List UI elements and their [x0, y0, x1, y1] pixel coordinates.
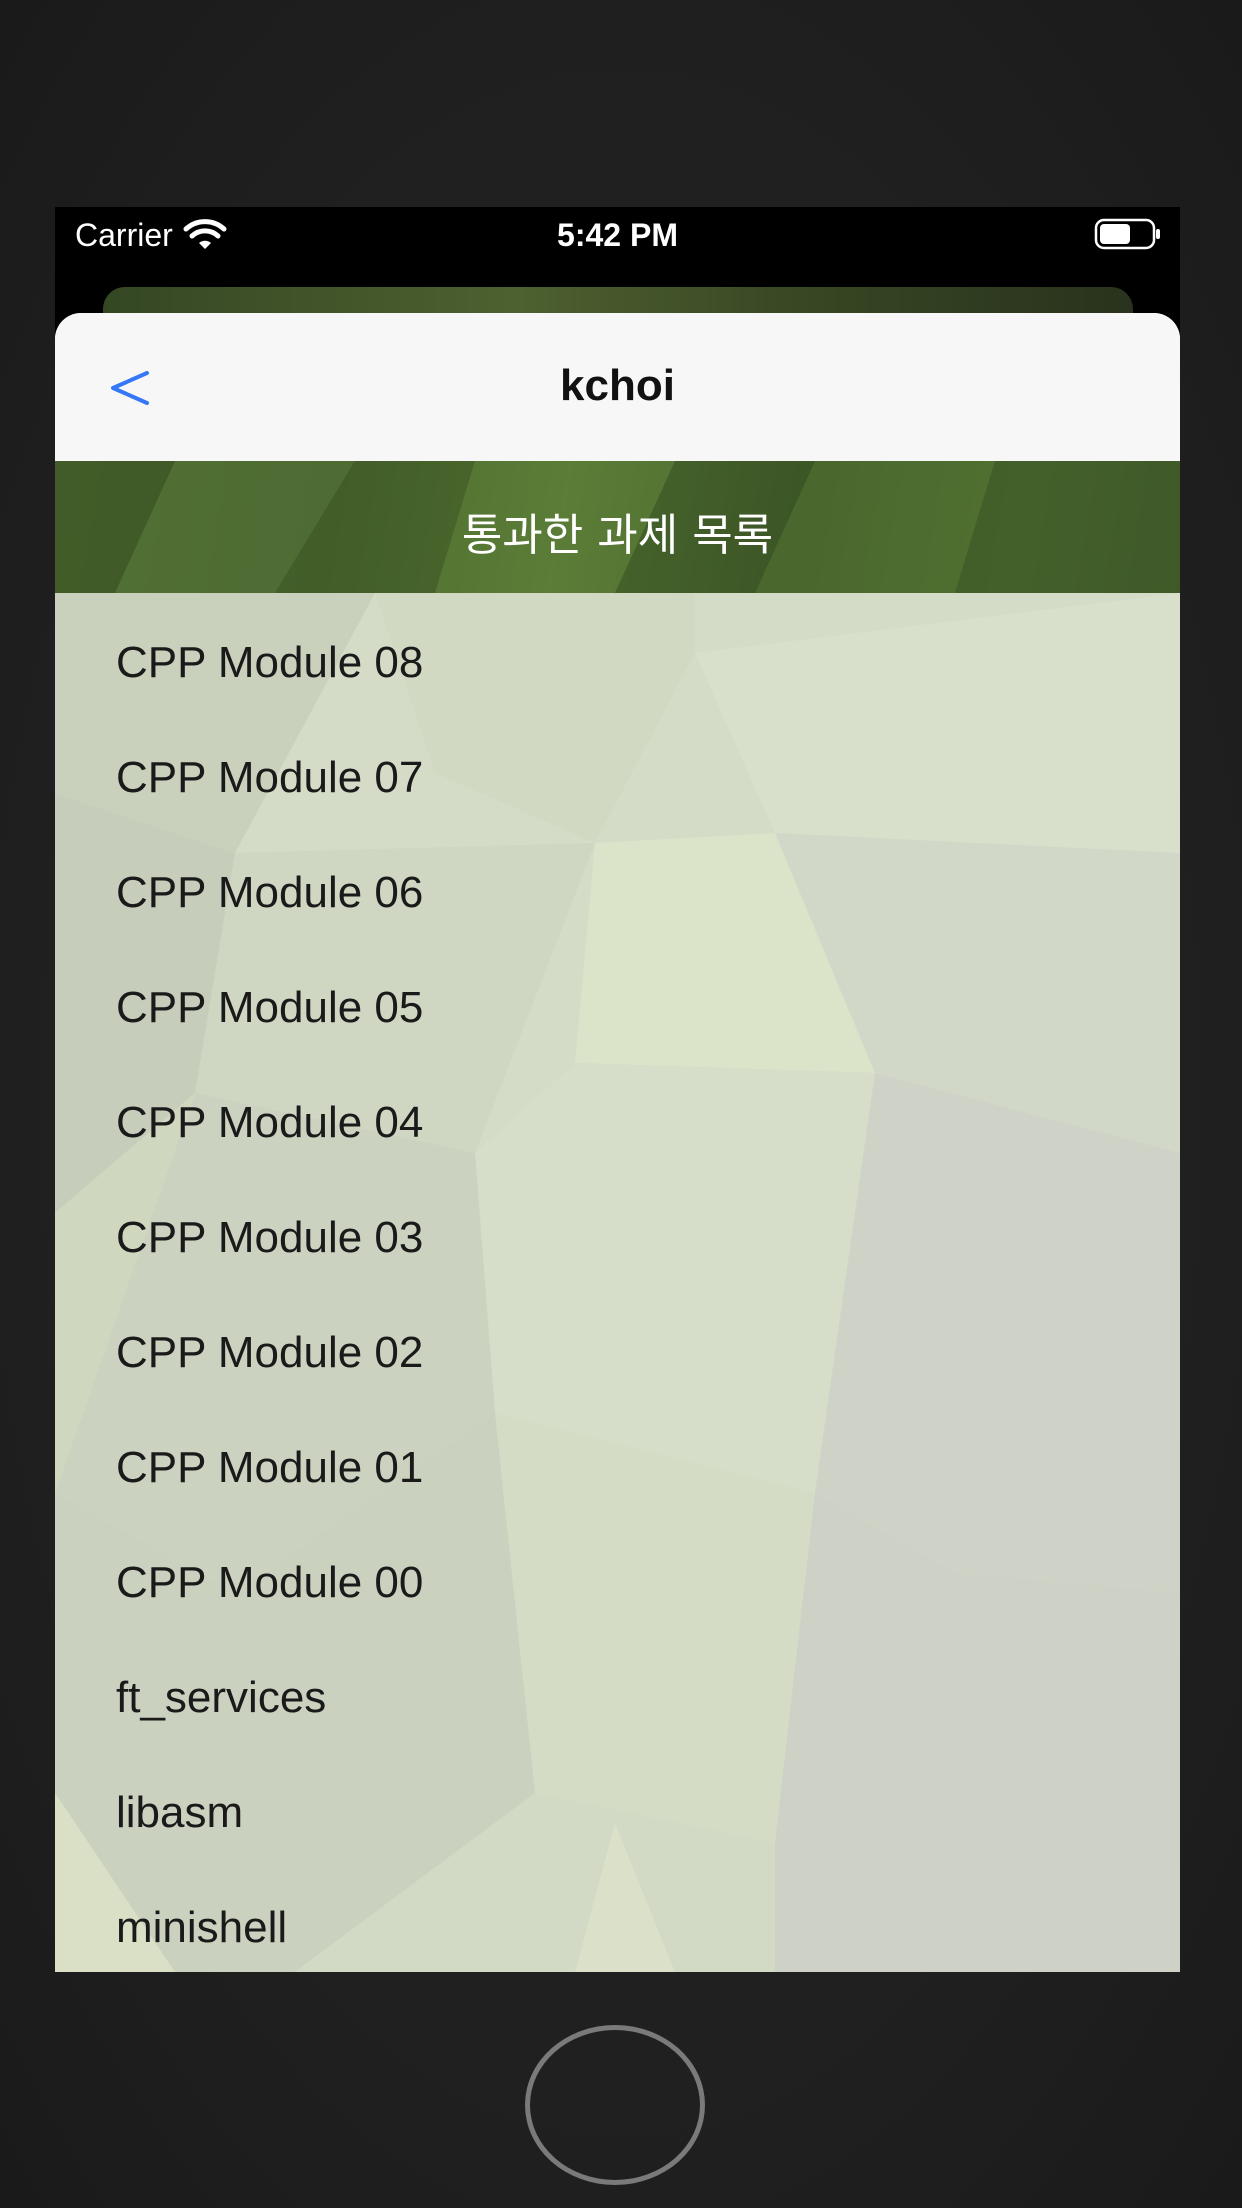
- list-item[interactable]: CPP Module 01: [55, 1410, 1180, 1525]
- device-frame: Carrier 5:42 PM kchoi 통과한 과제 목록 CPP Modu…: [0, 0, 1242, 2208]
- battery-icon: [1094, 217, 1162, 251]
- home-button[interactable]: [525, 2025, 705, 2185]
- screen: Carrier 5:42 PM kchoi 통과한 과제 목록 CPP Modu…: [55, 207, 1180, 1972]
- section-title: 통과한 과제 목록: [461, 510, 774, 561]
- list-item[interactable]: CPP Module 07: [55, 720, 1180, 835]
- list-item[interactable]: CPP Module 06: [55, 835, 1180, 950]
- list-item[interactable]: CPP Module 05: [55, 950, 1180, 1065]
- list-item[interactable]: CPP Module 03: [55, 1180, 1180, 1295]
- list-item[interactable]: CPP Module 02: [55, 1295, 1180, 1410]
- project-list: CPP Module 08 CPP Module 07 CPP Module 06 C…: [55, 593, 1180, 1972]
- navigation-bar: kchoi: [55, 313, 1180, 461]
- page-title: kchoi: [560, 361, 675, 410]
- status-bar: Carrier 5:42 PM: [55, 207, 1180, 269]
- list-item[interactable]: CPP Module 04: [55, 1065, 1180, 1180]
- section-header: 통과한 과제 목록: [55, 461, 1180, 593]
- project-list-area: CPP Module 08 CPP Module 07 CPP Module 06 C…: [55, 593, 1180, 1972]
- list-item[interactable]: CPP Module 00: [55, 1525, 1180, 1640]
- status-time: 5:42 PM: [557, 217, 678, 253]
- list-item[interactable]: minishell: [55, 1870, 1180, 1972]
- modal-sheet: kchoi 통과한 과제 목록 CPP Module 08 CPP Module…: [55, 313, 1180, 1972]
- list-item[interactable]: libasm: [55, 1755, 1180, 1870]
- list-item[interactable]: ft_services: [55, 1640, 1180, 1755]
- list-item[interactable]: CPP Module 08: [55, 605, 1180, 720]
